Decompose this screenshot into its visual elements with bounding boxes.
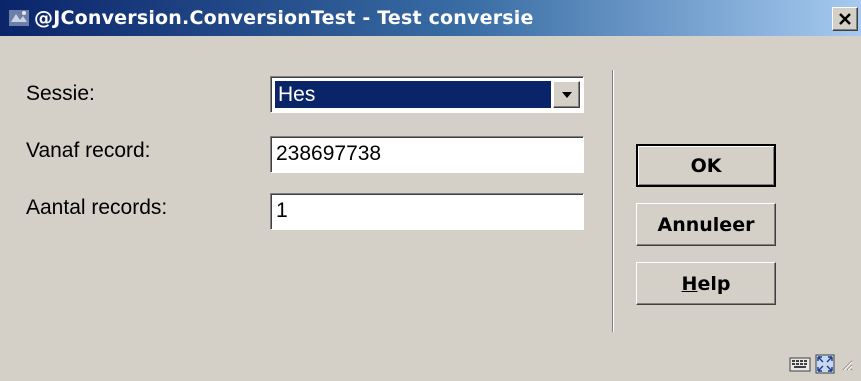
help-label-rest: elp	[697, 272, 731, 295]
from-record-input[interactable]: 238697738	[270, 136, 584, 173]
resize-icon[interactable]	[815, 354, 835, 374]
from-record-label: Vanaf record:	[26, 139, 151, 162]
session-select-value: Hes	[275, 81, 551, 108]
chevron-down-icon	[561, 91, 572, 98]
ok-button-label: OK	[690, 154, 722, 177]
session-dropdown-button[interactable]	[553, 81, 580, 108]
help-button[interactable]: Help	[636, 262, 776, 305]
help-mnemonic: H	[681, 272, 698, 295]
size-grip-icon[interactable]	[839, 357, 853, 371]
status-bar-icons	[789, 353, 853, 375]
record-count-input[interactable]: 1	[270, 193, 584, 230]
vertical-divider	[612, 70, 614, 332]
session-select[interactable]: Hes	[270, 76, 584, 113]
help-button-label: Help	[682, 273, 731, 295]
record-count-label: Aantal records:	[26, 196, 168, 219]
title-bar[interactable]: @JConversion.ConversionTest - Test conve…	[0, 0, 861, 36]
cancel-button-label: Annuleer	[657, 213, 755, 236]
from-record-value: 238697738	[276, 142, 382, 165]
close-button[interactable]	[832, 7, 858, 31]
keyboard-icon[interactable]	[789, 355, 811, 373]
session-label: Sessie:	[26, 82, 95, 105]
close-icon	[839, 13, 851, 25]
dialog-window: @JConversion.ConversionTest - Test conve…	[0, 0, 861, 381]
cancel-button[interactable]: Annuleer	[636, 203, 776, 246]
app-icon	[9, 10, 29, 26]
record-count-value: 1	[276, 199, 288, 222]
ok-button[interactable]: OK	[636, 144, 776, 187]
window-title: @JConversion.ConversionTest - Test conve…	[34, 7, 534, 29]
